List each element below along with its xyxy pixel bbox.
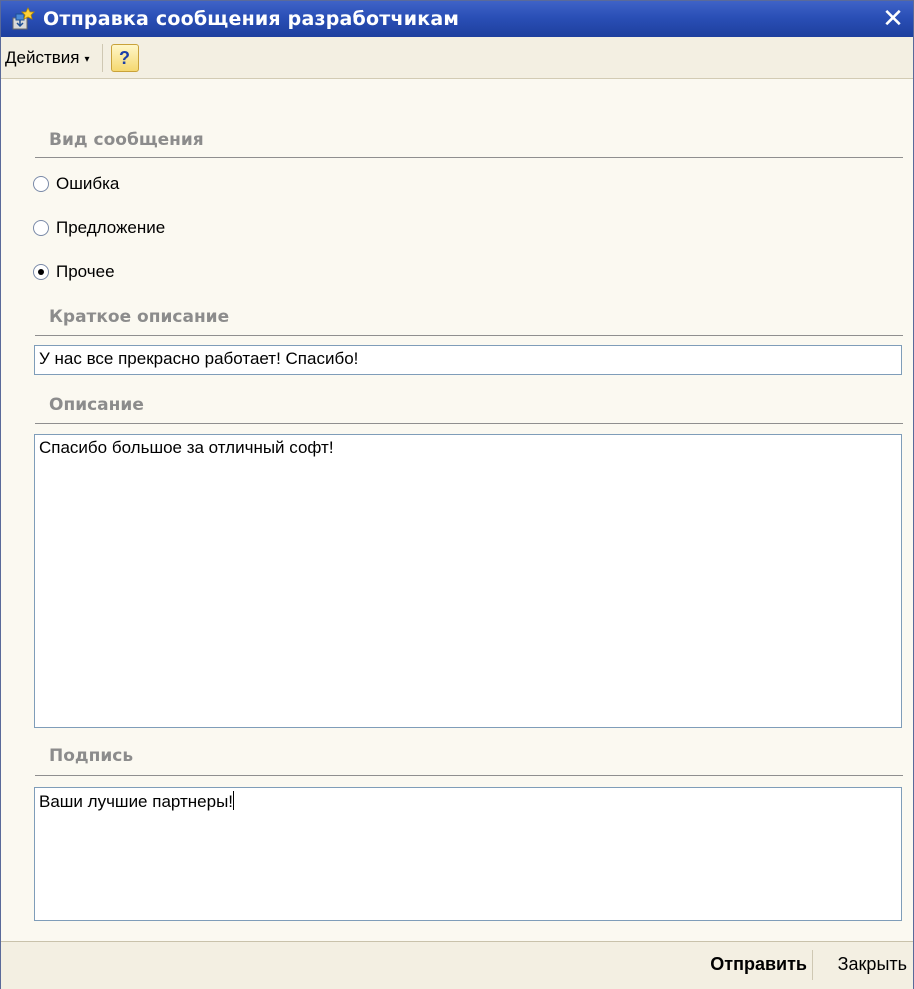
signature-label: Подпись bbox=[49, 746, 134, 766]
short-description-input[interactable]: У нас все прекрасно работает! Спасибо! bbox=[34, 345, 902, 375]
short-description-divider bbox=[35, 335, 903, 336]
help-button[interactable]: ? bbox=[110, 43, 139, 72]
text-caret bbox=[233, 791, 235, 810]
signature-divider bbox=[35, 775, 903, 776]
short-description-label: Краткое описание bbox=[49, 307, 230, 327]
close-icon[interactable]: ✕ bbox=[879, 5, 907, 33]
radio-suggestion[interactable]: Предложение bbox=[33, 218, 165, 238]
radio-other[interactable]: Прочее bbox=[33, 262, 115, 282]
description-textarea[interactable]: Спасибо большое за отличный софт! bbox=[34, 434, 902, 728]
description-label: Описание bbox=[49, 395, 144, 415]
toolbar: Действия ▾ ? bbox=[1, 37, 913, 79]
app-icon bbox=[9, 6, 35, 32]
radio-other-label: Прочее bbox=[56, 262, 115, 281]
footer-bar: Отправить Закрыть bbox=[1, 941, 913, 989]
message-type-divider bbox=[35, 157, 903, 158]
actions-menu-button[interactable]: Действия ▾ bbox=[5, 48, 90, 68]
radio-error-indicator[interactable] bbox=[33, 176, 49, 192]
actions-menu-label: Действия bbox=[5, 47, 80, 67]
radio-suggestion-indicator[interactable] bbox=[33, 220, 49, 236]
radio-error-label: Ошибка bbox=[56, 174, 120, 193]
signature-text: Ваши лучшие партнеры! bbox=[39, 792, 234, 811]
footer-divider bbox=[812, 950, 813, 980]
signature-textarea[interactable]: Ваши лучшие партнеры! bbox=[34, 787, 902, 921]
radio-suggestion-label: Предложение bbox=[56, 218, 166, 237]
radio-error[interactable]: Ошибка bbox=[33, 174, 119, 194]
title-bar[interactable]: Отправка сообщения разработчикам ✕ bbox=[1, 1, 913, 37]
radio-other-indicator[interactable] bbox=[33, 264, 49, 280]
message-type-label: Вид сообщения bbox=[49, 130, 204, 150]
send-button[interactable]: Отправить bbox=[710, 954, 807, 975]
close-button[interactable]: Закрыть bbox=[838, 954, 907, 975]
window-title: Отправка сообщения разработчикам bbox=[43, 8, 460, 30]
description-divider bbox=[35, 423, 903, 424]
chevron-down-icon: ▾ bbox=[84, 53, 90, 65]
toolbar-divider bbox=[101, 43, 103, 72]
dialog-window: Отправка сообщения разработчикам ✕ Дейст… bbox=[0, 0, 914, 989]
